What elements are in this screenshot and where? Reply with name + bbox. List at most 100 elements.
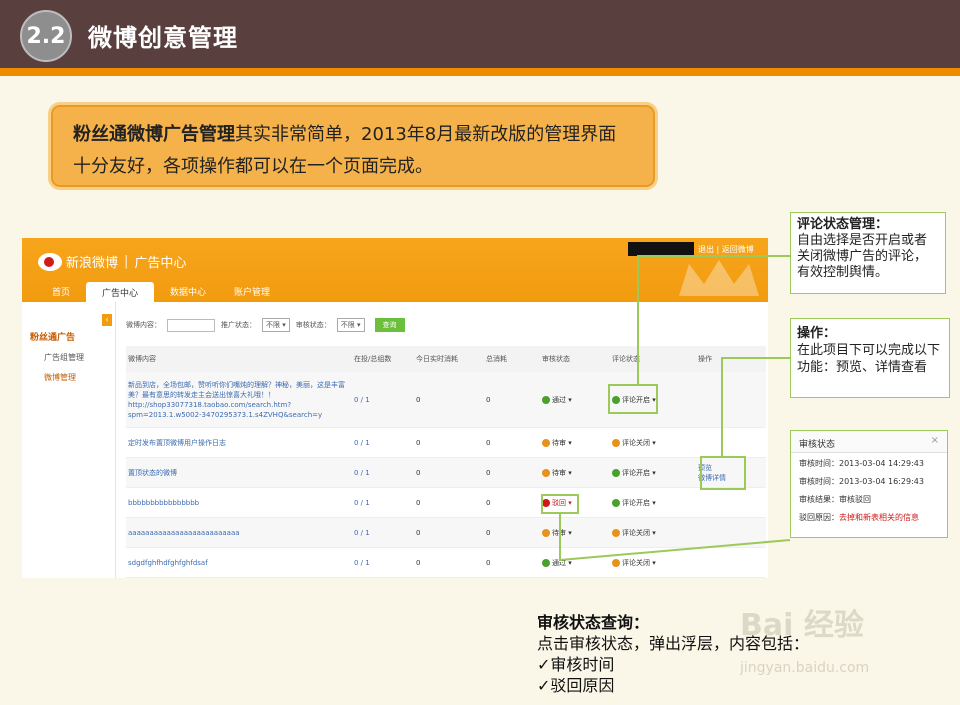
- row-comment[interactable]: 评论关闭 ▾: [612, 528, 698, 538]
- row-content[interactable]: 定时发布置顶微博用户操作日志: [126, 438, 354, 448]
- row-audit[interactable]: 待审 ▾: [542, 438, 612, 448]
- brand-sub: 广告中心: [134, 256, 187, 271]
- audit-note-item: ✓审核时间: [537, 655, 615, 674]
- audit-filter-label: 审核状态：: [295, 321, 331, 329]
- popup-title: 审核状态: [799, 440, 836, 450]
- row-groups[interactable]: 0 / 1: [354, 499, 416, 507]
- row-groups[interactable]: 0 / 1: [354, 529, 416, 537]
- ad-center-topbar: 新浪微博 | 广告中心 退出 | 返回微博 首页 广告中心 数据中心 账户管理: [22, 238, 768, 303]
- row-total: 0: [486, 438, 491, 447]
- promo-filter-select[interactable]: 不限 ▾: [262, 318, 290, 332]
- intro-callout: 粉丝通微博广告管理其实非常简单，2013年8月最新改版的管理界面十分友好，各项操…: [48, 102, 658, 190]
- nav-account[interactable]: 账户管理: [222, 282, 282, 303]
- popup-label: 审核时间：: [799, 459, 839, 468]
- pending-icon: [542, 528, 550, 537]
- audit-filter-select[interactable]: 不限 ▾: [336, 318, 365, 332]
- table-header: 微博内容 在投/总组数 今日实时消耗 总消耗 审核状态 评论状态 操作: [126, 346, 766, 372]
- row-audit[interactable]: 待审 ▾: [542, 468, 612, 478]
- op-note-title: 操作：: [797, 326, 837, 341]
- comment-on-icon: [612, 498, 620, 507]
- comment-off-icon: [612, 528, 620, 537]
- crown-decoration-icon: [679, 260, 759, 296]
- popup-label: 审核时间：: [799, 477, 839, 486]
- header-divider: [0, 68, 960, 76]
- weibo-table: 微博内容 在投/总组数 今日实时消耗 总消耗 审核状态 评论状态 操作 新品到店…: [126, 346, 766, 578]
- nav-home[interactable]: 首页: [40, 282, 82, 303]
- comment-note-title: 评论状态管理：: [797, 217, 889, 232]
- popup-value: 去掉和新表相关的信息: [839, 513, 919, 522]
- col-groups: 在投/总组数: [354, 355, 392, 363]
- popup-line: 审核结果：审核驳回: [791, 489, 947, 507]
- popup-value: 2013-03-04 14:29:43: [839, 459, 924, 468]
- row-today: 0: [416, 558, 421, 567]
- col-audit: 审核状态: [542, 355, 570, 363]
- comment-label: 评论关闭: [622, 558, 650, 567]
- audit-status-popup: 审核状态 × 审核时间：2013-03-04 14:29:43 审核时间：201…: [790, 430, 948, 538]
- row-comment[interactable]: 评论关闭 ▾: [612, 558, 698, 568]
- row-audit[interactable]: 通过 ▾: [542, 558, 612, 568]
- sidebar-title: 粉丝通广告: [30, 333, 76, 343]
- row-today: 0: [416, 468, 421, 477]
- popup-value: 审核驳回: [839, 495, 871, 504]
- filter-bar: 微博内容： 推广状态： 不限 ▾ 审核状态： 不限 ▾ 查询: [126, 318, 405, 332]
- nav-ad-center[interactable]: 广告中心: [86, 282, 155, 303]
- row-groups[interactable]: 0 / 1: [354, 439, 416, 447]
- op-note-body: 在此项目下可以完成以下功能：预览、详情查看: [797, 343, 941, 375]
- row-comment[interactable]: 评论开启 ▾: [612, 498, 698, 508]
- popup-header: 审核状态 ×: [791, 431, 947, 453]
- audit-note-item: ✓驳回原因: [537, 676, 615, 695]
- popup-line: 驳回原因：去掉和新表相关的信息: [791, 507, 947, 525]
- row-total: 0: [486, 558, 491, 567]
- row-audit[interactable]: 待审 ▾: [542, 528, 612, 538]
- row-today: 0: [416, 528, 421, 537]
- comment-label: 评论开启: [622, 468, 650, 477]
- col-content: 微博内容: [128, 355, 156, 363]
- sidebar-item-ad-groups[interactable]: 广告组管理: [44, 352, 84, 363]
- weibo-eye-icon: [38, 252, 62, 271]
- redacted-username: [628, 242, 694, 256]
- row-comment[interactable]: 评论关闭 ▾: [612, 438, 698, 448]
- row-content[interactable]: 新品到店，全场包邮，赞听听你们嘴炖的理解？神秘，美丽，这是丰富美？最有意思的转发…: [126, 380, 354, 420]
- content-filter-input[interactable]: [167, 318, 215, 332]
- sidebar-item-weibo[interactable]: 微博管理: [44, 372, 76, 383]
- table-row: bbbbbbbbbbbbbbbb 0 / 1 0 0 驳回 ▾ 评论开启 ▾: [126, 488, 766, 518]
- audit-label: 待审: [552, 468, 566, 477]
- row-groups[interactable]: 0 / 1: [354, 469, 416, 477]
- comment-off-icon: [612, 438, 620, 447]
- comment-label: 评论关闭: [622, 438, 650, 447]
- check-icon: [542, 395, 550, 404]
- audit-label: 通过: [552, 558, 566, 567]
- popup-line: 审核时间：2013-03-04 14:29:43: [791, 453, 947, 471]
- close-icon[interactable]: ×: [931, 435, 939, 446]
- row-content[interactable]: aaaaaaaaaaaaaaaaaaaaaaaaaa: [126, 529, 354, 537]
- comment-on-icon: [612, 468, 620, 477]
- pending-icon: [542, 468, 550, 477]
- content-filter-label: 微博内容：: [126, 321, 161, 329]
- row-today: 0: [416, 438, 421, 447]
- weibo-logo: 新浪微博 | 广告中心: [38, 252, 186, 271]
- row-groups[interactable]: 0 / 1: [354, 396, 416, 404]
- collapse-sidebar-icon[interactable]: ‹: [102, 314, 112, 326]
- row-comment[interactable]: 评论开启 ▾: [612, 468, 698, 478]
- brand-name: 新浪微博: [66, 256, 119, 271]
- comment-status-note: 评论状态管理： 自由选择是否开启或者关闭微博广告的评论，有效控制舆情。: [790, 212, 946, 294]
- operation-note: 操作： 在此项目下可以完成以下功能：预览、详情查看: [790, 318, 950, 398]
- row-content[interactable]: sdgdfghfhdfghfghfdsaf: [126, 559, 354, 567]
- query-button[interactable]: 查询: [374, 318, 405, 332]
- nav-data-center[interactable]: 数据中心: [158, 282, 218, 303]
- logout-link[interactable]: 退出 | 返回微博: [698, 244, 754, 255]
- row-content[interactable]: 置顶状态的微博: [126, 468, 354, 478]
- comment-note-body: 自由选择是否开启或者关闭微博广告的评论，有效控制舆情。: [797, 233, 928, 280]
- comment-label: 评论开启: [622, 498, 650, 507]
- row-today: 0: [416, 498, 421, 507]
- audit-label: 待审: [552, 528, 566, 537]
- audit-label: 待审: [552, 438, 566, 447]
- row-groups[interactable]: 0 / 1: [354, 559, 416, 567]
- section-number-badge: 2.2: [20, 10, 72, 62]
- row-audit[interactable]: 通过 ▾: [542, 395, 612, 405]
- ad-center-nav: 首页 广告中心 数据中心 账户管理: [40, 282, 286, 303]
- comment-off-icon: [612, 558, 620, 567]
- row-content[interactable]: bbbbbbbbbbbbbbbb: [126, 499, 354, 507]
- table-row: 新品到店，全场包邮，赞听听你们嘴炖的理解？神秘，美丽，这是丰富美？最有意思的转发…: [126, 372, 766, 428]
- row-total: 0: [486, 528, 491, 537]
